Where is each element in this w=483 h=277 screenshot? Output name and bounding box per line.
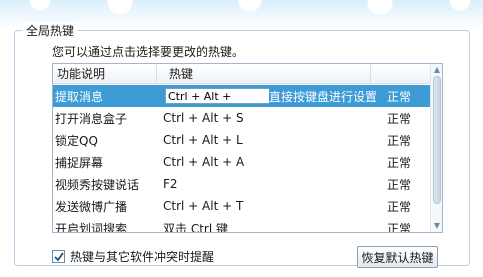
row-status: 正常 <box>387 89 412 104</box>
table-row[interactable]: 视频秀按键说话 F2 正常 <box>53 173 431 195</box>
list-header: 功能说明 热键 <box>53 64 442 84</box>
row-hotkey: Ctrl + Alt + T <box>163 199 244 213</box>
table-row[interactable]: 锁定QQ Ctrl + Alt + L 正常 <box>53 129 431 151</box>
scroll-down-arrow-icon[interactable]: ▼ <box>432 221 442 231</box>
column-header-function[interactable]: 功能说明 <box>53 64 157 83</box>
hotkey-list[interactable]: 功能说明 热键 提取消息 直接按键盘进行设置 正常 打开消息盒子 Ctrl + … <box>52 63 443 233</box>
hint-text: 您可以通过点击选择要更改的热键。 <box>52 45 245 59</box>
table-row[interactable]: 打开消息盒子 Ctrl + Alt + S 正常 <box>53 107 431 129</box>
row-function-name: 开启划词搜索 <box>55 221 128 233</box>
header-cloud-decoration <box>0 0 483 14</box>
row-hotkey: Ctrl + Alt + S <box>163 111 244 125</box>
column-header-hotkey[interactable]: 热键 <box>157 64 371 83</box>
row-status: 正常 <box>387 111 412 126</box>
scroll-up-arrow-icon[interactable]: ▲ <box>432 65 442 75</box>
restore-default-hotkeys-button[interactable]: 恢复默认热键 <box>357 246 438 268</box>
conflict-reminder-option[interactable]: 热键与其它软件冲突时提醒 <box>52 248 214 265</box>
scrollbar-thumb[interactable] <box>433 76 441 204</box>
row-status: 正常 <box>387 221 412 233</box>
row-status: 正常 <box>387 133 412 148</box>
row-function-name: 视频秀按键说话 <box>55 177 140 192</box>
conflict-reminder-label: 热键与其它软件冲突时提醒 <box>70 250 215 264</box>
row-hint: 直接按键盘进行设置 <box>269 89 378 104</box>
row-function-name: 打开消息盒子 <box>55 111 128 126</box>
table-row[interactable]: 发送微博广播 Ctrl + Alt + T 正常 <box>53 195 431 217</box>
group-title: 全局热键 <box>22 22 79 39</box>
vertical-scrollbar[interactable]: ▲ ▼ <box>430 64 442 232</box>
row-status: 正常 <box>387 177 412 192</box>
row-status: 正常 <box>387 199 412 214</box>
row-hotkey <box>159 88 269 104</box>
row-function-name: 锁定QQ <box>55 133 98 148</box>
table-row[interactable]: 提取消息 直接按键盘进行设置 正常 <box>53 85 431 107</box>
conflict-reminder-checkbox[interactable] <box>52 250 65 263</box>
row-hotkey: Ctrl + Alt + A <box>163 155 245 169</box>
row-status: 正常 <box>387 155 412 170</box>
list-rows: 提取消息 直接按键盘进行设置 正常 打开消息盒子 Ctrl + Alt + S … <box>53 85 431 233</box>
column-header-empty <box>371 64 427 83</box>
row-hotkey: F2 <box>163 177 178 191</box>
hotkey-input[interactable] <box>165 88 269 104</box>
checkmark-icon <box>53 251 64 261</box>
row-hotkey: Ctrl + Alt + L <box>163 133 243 147</box>
row-function-name: 发送微博广播 <box>55 199 128 214</box>
row-hotkey: 双击 Ctrl 键 <box>163 221 228 233</box>
row-function-name: 提取消息 <box>55 89 104 104</box>
row-function-name: 捕捉屏幕 <box>55 155 104 170</box>
table-row[interactable]: 捕捉屏幕 Ctrl + Alt + A 正常 <box>53 151 431 173</box>
table-row[interactable]: 开启划词搜索 双击 Ctrl 键 正常 <box>53 217 431 233</box>
